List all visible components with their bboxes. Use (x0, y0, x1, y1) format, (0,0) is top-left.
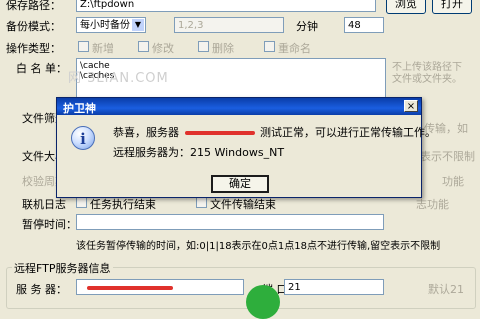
backup-mode-select[interactable]: 每小时备份 ▼ (76, 17, 146, 33)
side-note-size: 表示不限制 (420, 150, 475, 163)
dialog-remote-line: 远程服务器为：215 Windows_NT (113, 146, 285, 159)
side-note-verify: 功能 (442, 175, 464, 188)
op-rename-checkbox[interactable] (264, 41, 275, 52)
pause-time-label: 暂停时间： (22, 218, 77, 231)
link-log-label: 联机日志 (22, 198, 66, 211)
redacted-server-address (87, 286, 173, 290)
open-button[interactable]: 打开 (432, 0, 472, 14)
watermark-text: 网 3LIAN.COM (68, 71, 169, 86)
link-log-file-end-checkbox[interactable] (196, 197, 207, 208)
dialog-titlebar[interactable]: 护卫神 × (57, 98, 421, 115)
default-port-hint: 默认21 (428, 283, 464, 296)
port-input[interactable]: 21 (284, 279, 384, 295)
dialog-message-prefix: 恭喜，服务器 (113, 126, 179, 139)
backup-mode-label: 备份模式： (6, 20, 61, 33)
green-badge-icon (246, 285, 280, 319)
minute-input[interactable]: 48 (344, 17, 384, 33)
browse-button[interactable]: 浏览 (386, 0, 426, 14)
message-dialog: 护卫神 × i 恭喜，服务器 测试正常，可以进行正常传输工作。 远程服务器为：2… (56, 97, 436, 198)
link-log-task-end-checkbox[interactable] (76, 197, 87, 208)
ftp-settings-window: { "form": { "save_path_label": "保存路径：", … (0, 0, 480, 319)
chevron-down-icon[interactable]: ▼ (132, 19, 144, 31)
dialog-message: 恭喜，服务器 测试正常，可以进行正常传输工作。 (113, 124, 436, 140)
dialog-close-button[interactable]: × (404, 100, 418, 112)
op-rename-label: 重命名 (278, 42, 311, 55)
whitelist-label: 白 名 单： (16, 62, 67, 75)
op-modify-checkbox[interactable] (138, 41, 149, 52)
op-modify-label: 修改 (152, 42, 174, 55)
op-new-label: 新增 (92, 42, 114, 55)
op-new-checkbox[interactable] (78, 41, 89, 52)
redacted-server-name (184, 131, 255, 135)
dialog-message-suffix: 测试正常，可以进行正常传输工作。 (260, 126, 436, 139)
server-input[interactable] (76, 279, 244, 295)
link-log-file-end-label: 文件传输结束 (210, 198, 276, 211)
side-note-log: 志功能 (416, 198, 449, 211)
pause-time-hint: 该任务暂停传输的时间，如:0|1|18表示在0点1点18点不进行传输,留空表示不… (76, 241, 441, 252)
info-icon: i (71, 126, 95, 150)
save-path-input[interactable]: Z:\ftpdown (76, 0, 376, 12)
pause-time-input[interactable] (76, 214, 384, 230)
backup-mode-value: 每小时备份 (80, 20, 130, 31)
remote-ftp-group-title: 远程FTP服务器信息 (12, 260, 113, 276)
op-delete-checkbox[interactable] (198, 41, 209, 52)
whitelist-hint-line2: 文件或文件夹。 (392, 74, 462, 85)
minute-label: 分钟 (296, 20, 318, 33)
server-label: 服 务 器： (16, 283, 67, 296)
backup-times-input[interactable]: 1,2,3 (174, 17, 284, 33)
ok-button[interactable]: 确定 (211, 175, 269, 193)
link-log-task-end-label: 任务执行结束 (90, 198, 156, 211)
op-type-label: 操作类型： (6, 42, 61, 55)
op-delete-label: 删除 (212, 42, 234, 55)
dialog-title: 护卫神 (63, 102, 96, 115)
save-path-label: 保存路径： (6, 0, 61, 12)
